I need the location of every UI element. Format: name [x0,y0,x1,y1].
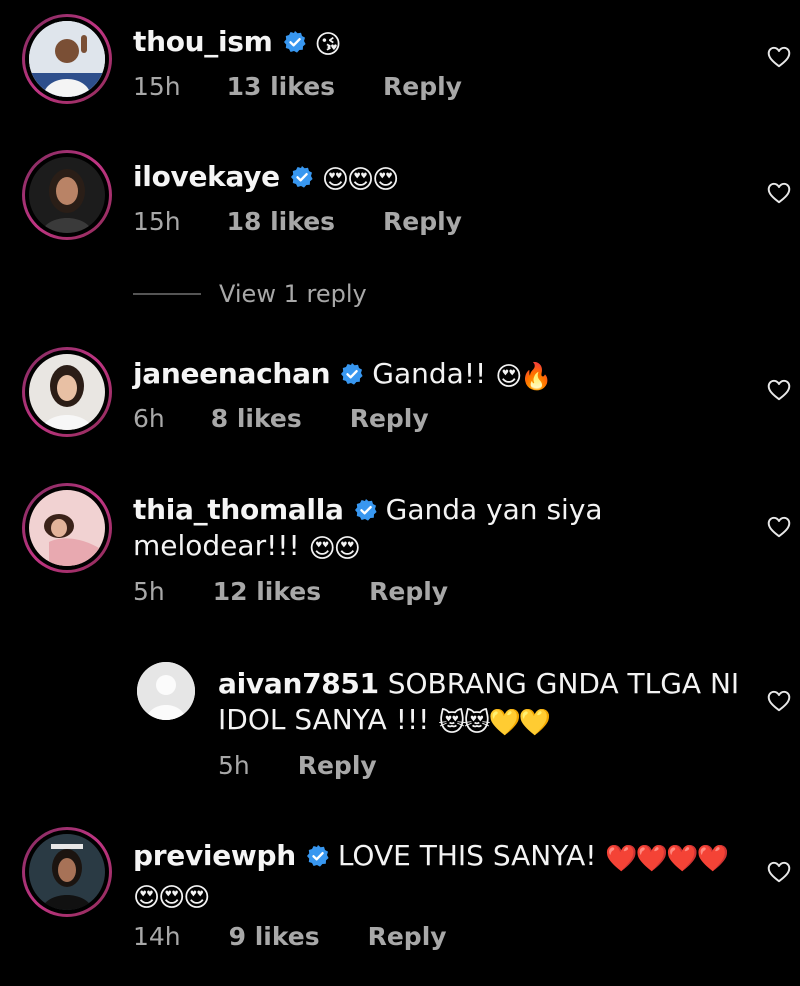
view-replies-label: View 1 reply [219,280,367,308]
reply-button[interactable]: Reply [369,577,448,606]
avatar-photo-icon [29,490,105,566]
heart-icon[interactable] [766,180,792,206]
reply-button[interactable]: Reply [350,404,429,433]
avatar-photo-icon [29,354,105,430]
username[interactable]: thia_thomalla [133,493,344,526]
username[interactable]: previewph [133,839,296,872]
avatar-thia-thomalla[interactable] [22,483,112,573]
username[interactable]: thou_ism [133,25,273,58]
emoji: ❤️❤️❤️❤️ [605,844,728,874]
comment-text: Ganda!! [372,357,487,390]
divider-line [133,293,201,295]
reply-button[interactable]: Reply [383,207,462,236]
timestamp: 15h [133,72,181,101]
reply-button[interactable]: Reply [368,922,447,951]
username[interactable]: aivan7851 [218,667,379,700]
comment-meta: 14h 9 likes Reply [133,922,447,951]
comment-meta: 15h 13 likes Reply [133,72,462,101]
timestamp: 5h [133,577,165,606]
avatar-photo-icon [29,21,105,97]
timestamp: 14h [133,922,181,951]
likes-count[interactable]: 8 likes [211,404,302,433]
comment-line: thia_thomalla Ganda yan siya melodear!!! … [133,492,603,567]
emoji: 😍🔥 [495,362,553,392]
avatar-ilovekaye[interactable] [22,150,112,240]
username[interactable]: ilovekaye [133,160,280,193]
emoji: 😍😍 [308,534,361,564]
verified-icon [354,498,378,522]
comment-meta: 15h 18 likes Reply [133,207,462,236]
heart-icon[interactable] [766,377,792,403]
emoji: 😘 [314,30,342,60]
comment-meta: 6h 8 likes Reply [133,404,429,433]
comment-line: janeenachan Ganda!! 😍🔥 [133,356,553,395]
heart-icon[interactable] [766,859,792,885]
comment-meta: 5h 12 likes Reply [133,577,448,606]
likes-count[interactable]: 12 likes [213,577,321,606]
timestamp: 15h [133,207,181,236]
heart-icon[interactable] [766,688,792,714]
likes-count[interactable]: 18 likes [227,207,335,236]
avatar-janeenachan[interactable] [22,347,112,437]
reply-button[interactable]: Reply [298,751,377,780]
likes-count[interactable]: 13 likes [227,72,335,101]
emoji: 😍😍😍 [321,165,399,195]
verified-icon [340,362,364,386]
avatar-photo-icon [29,157,105,233]
comment-text-line2: melodear!!! [133,529,300,562]
comment-meta: 5h Reply [218,751,377,780]
verified-icon [283,30,307,54]
avatar-previewph[interactable] [22,827,112,917]
default-avatar-icon-svg [137,662,195,720]
timestamp: 6h [133,404,165,433]
view-replies-button[interactable]: View 1 reply [133,280,367,308]
comment-text: SOBRANG GNDA TLGA NI [387,667,740,700]
comment-text-line2: IDOL SANYA !!! [218,703,430,736]
comment-text: Ganda yan siya [385,493,603,526]
avatar-photo-icon [29,834,105,910]
comment-line: thou_ism 😘 [133,24,342,63]
reply-button[interactable]: Reply [383,72,462,101]
heart-icon[interactable] [766,514,792,540]
likes-count[interactable]: 9 likes [229,922,320,951]
username[interactable]: janeenachan [133,357,331,390]
timestamp: 5h [218,751,250,780]
avatar-thou-ism[interactable] [22,14,112,104]
comment-line: ilovekaye 😍😍😍 [133,159,399,198]
default-avatar-icon[interactable] [137,662,195,720]
emoji-line2: 😍😍😍 [133,883,210,913]
comment-line: aivan7851 SOBRANG GNDA TLGA NI IDOL SANY… [218,666,739,741]
comment-text: LOVE THIS SANYA! [337,839,597,872]
comment-line: previewph LOVE THIS SANYA! ❤️❤️❤️❤️ 😍😍😍 [133,838,729,916]
heart-icon[interactable] [766,44,792,70]
verified-icon [306,844,330,868]
verified-icon [290,165,314,189]
emoji: 😻😻💛💛 [438,708,551,738]
